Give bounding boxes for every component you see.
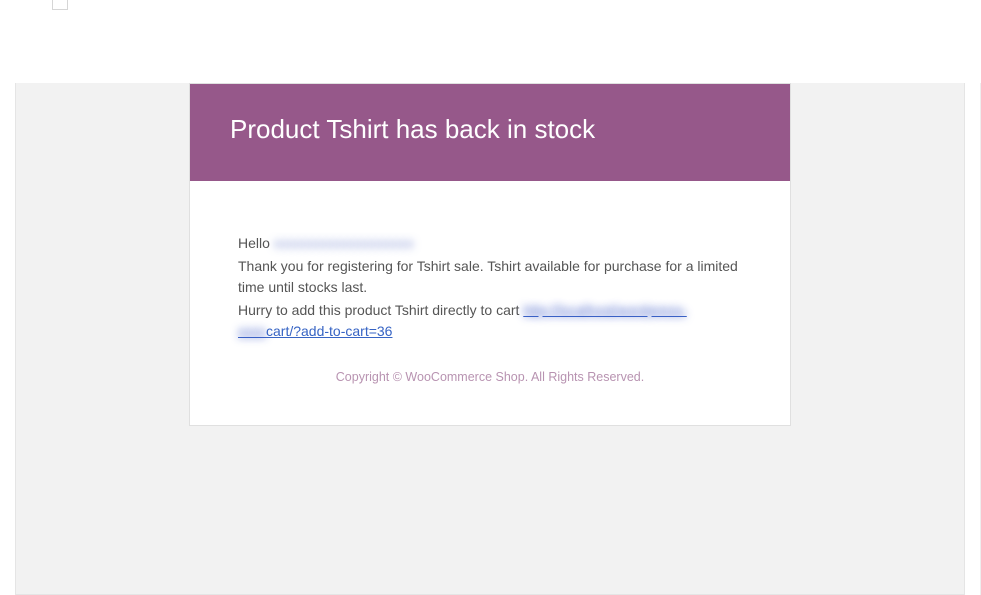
email-header: Product Tshirt has back in stock [190,84,790,181]
preview-panel: Product Tshirt has back in stock Hello x… [15,83,965,595]
recipient-email-masked: xxxxxxxxxxxxxxxxxxxx [274,235,414,251]
email-footer: Copyright © WooCommerce Shop. All Rights… [238,368,742,387]
link-host-masked: http://localhost/wordpress- [523,302,686,318]
body-text: Thank you for registering for Tshirt sal… [238,256,742,298]
hurry-prefix: Hurry to add this product Tshirt directl… [238,302,523,318]
email-title: Product Tshirt has back in stock [230,114,750,145]
link-visible-part: cart/?add-to-cart=36 [266,323,392,339]
greeting-prefix: Hello [238,235,274,251]
panel-tab-stub [52,0,68,10]
email-body: Hello xxxxxxxxxxxxxxxxxxxx Thank you for… [190,181,790,425]
link-path-masked: xxxx [238,323,266,339]
email-card: Product Tshirt has back in stock Hello x… [189,83,791,426]
hurry-line: Hurry to add this product Tshirt directl… [238,300,742,342]
greeting-line: Hello xxxxxxxxxxxxxxxxxxxx [238,233,742,254]
